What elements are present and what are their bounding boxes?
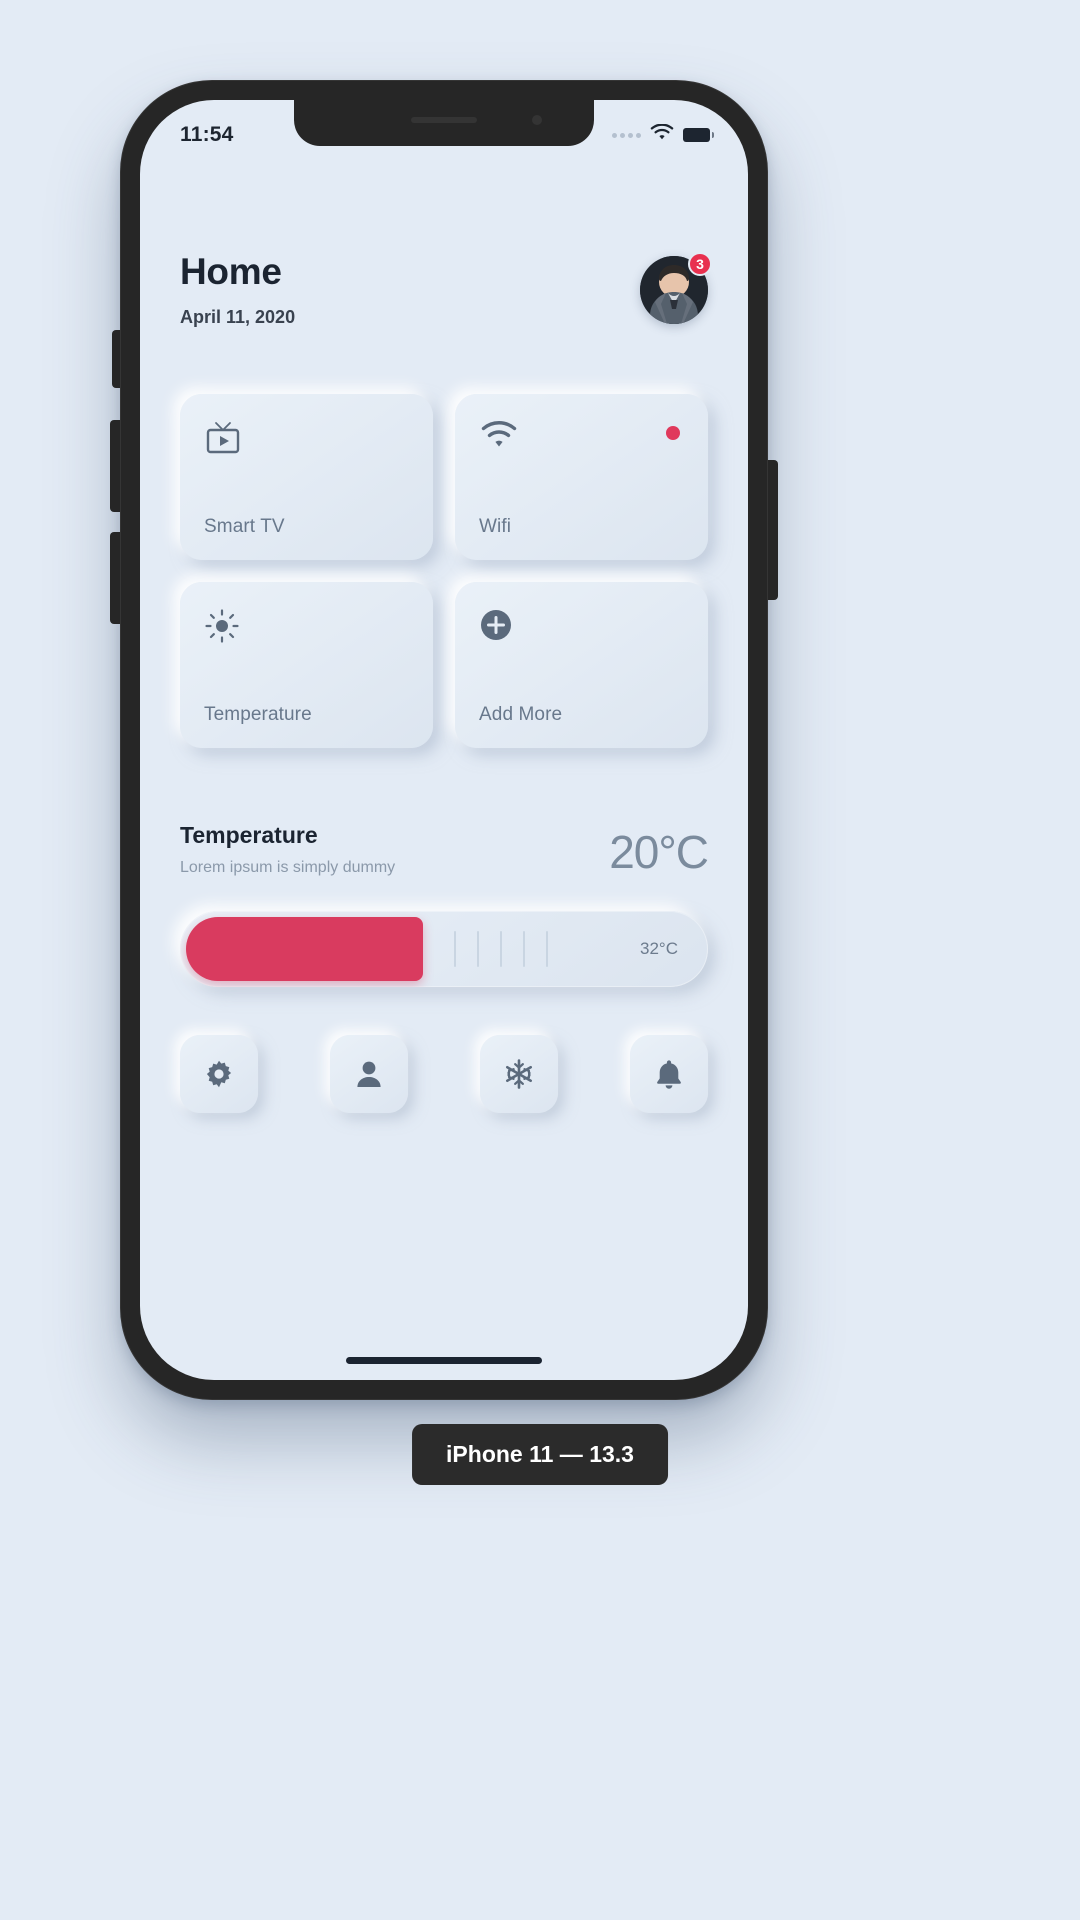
status-badge xyxy=(666,425,680,440)
device-card-smart-tv[interactable]: Smart TV xyxy=(180,393,433,560)
volume-up-button[interactable] xyxy=(110,420,121,512)
device-caption: iPhone 11 — 13.3 xyxy=(412,1424,668,1485)
page-header: Home April 11, 2020 3 xyxy=(180,156,712,328)
device-card-temperature[interactable]: Temperature xyxy=(180,581,433,748)
volume-down-button[interactable] xyxy=(110,532,121,624)
bottom-nav xyxy=(180,1034,708,1113)
app-content: Home April 11, 2020 3 Smart TV Wifi Temp… xyxy=(140,156,748,1380)
plus-circle-icon xyxy=(479,608,684,642)
device-card-wifi[interactable]: Wifi xyxy=(455,393,708,560)
brightness-icon xyxy=(204,608,409,644)
header-text-block: Home April 11, 2020 xyxy=(180,251,296,328)
nav-button-profile[interactable] xyxy=(330,1034,408,1113)
snowflake-icon xyxy=(503,1058,535,1090)
page-date: April 11, 2020 xyxy=(180,306,296,327)
notification-badge: 3 xyxy=(688,252,712,276)
battery-icon xyxy=(683,128,714,142)
person-icon xyxy=(355,1059,383,1089)
temperature-value: 20°C xyxy=(609,825,709,878)
tv-icon xyxy=(204,420,409,456)
power-button[interactable] xyxy=(767,460,778,600)
wifi-icon xyxy=(650,123,674,146)
temperature-detail: Temperature Lorem ipsum is simply dummy … xyxy=(180,822,709,878)
device-grid: Smart TV Wifi Temperature Add More xyxy=(180,393,708,748)
phone-screen: 11:54 Home April 11, 2020 3 Smart TV Wif… xyxy=(140,100,748,1380)
status-bar: 11:54 xyxy=(140,100,748,156)
device-label: Add More xyxy=(479,703,563,725)
screenshot-canvas: 11:54 Home April 11, 2020 3 Smart TV Wif… xyxy=(0,0,1080,1920)
device-label: Smart TV xyxy=(204,515,285,537)
slider-max-label: 32°C xyxy=(640,938,678,958)
status-time: 11:54 xyxy=(180,123,234,146)
phone-frame: 11:54 Home April 11, 2020 3 Smart TV Wif… xyxy=(110,80,778,1400)
gear-icon xyxy=(204,1059,234,1089)
temperature-title: Temperature xyxy=(180,821,318,848)
temperature-text-block: Temperature Lorem ipsum is simply dummy xyxy=(180,822,395,877)
device-label: Wifi xyxy=(479,515,512,537)
slider-fill[interactable] xyxy=(186,916,423,981)
wifi-icon xyxy=(479,420,684,450)
signal-dots-icon xyxy=(612,132,641,138)
bell-icon xyxy=(655,1059,683,1089)
temperature-subtitle: Lorem ipsum is simply dummy xyxy=(180,858,396,876)
page-title: Home xyxy=(180,251,282,292)
nav-button-cooling[interactable] xyxy=(480,1034,558,1113)
device-card-add-more[interactable]: Add More xyxy=(455,581,708,748)
home-indicator[interactable] xyxy=(346,1357,542,1364)
nav-button-settings[interactable] xyxy=(180,1034,258,1113)
status-indicators xyxy=(612,123,714,146)
device-label: Temperature xyxy=(204,703,312,725)
temperature-slider[interactable]: 32°C xyxy=(180,910,708,987)
slider-ticks xyxy=(454,930,548,967)
silent-switch-button[interactable] xyxy=(112,330,122,388)
nav-button-alerts[interactable] xyxy=(630,1034,708,1113)
avatar-wrapper[interactable]: 3 xyxy=(640,252,712,324)
